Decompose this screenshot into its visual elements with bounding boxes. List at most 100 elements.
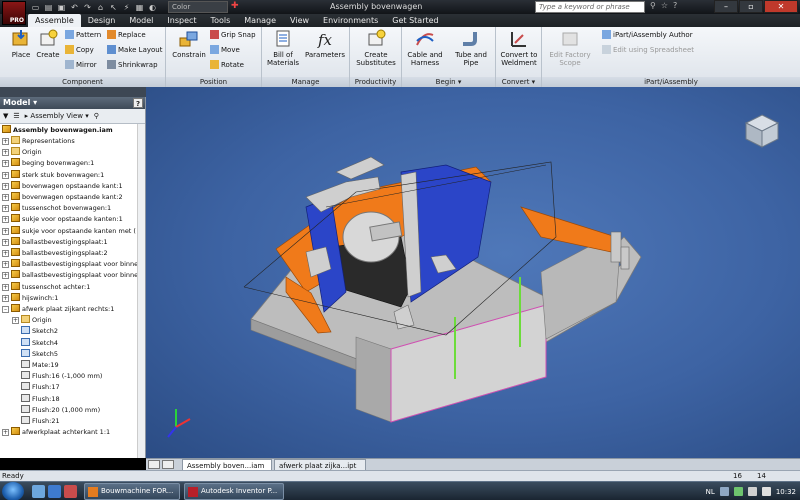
expand-toggle-icon[interactable]: + xyxy=(2,171,9,179)
save-icon[interactable]: ▣ xyxy=(56,2,67,13)
tree-item-part[interactable]: + sterk stuk bovenwagen:1 xyxy=(2,169,104,181)
tree-item-part[interactable]: + beging bovenwagen:1 xyxy=(2,158,94,169)
shrinkwrap-button[interactable]: Shrinkwrap xyxy=(107,60,158,71)
replace-button[interactable]: Replace xyxy=(107,30,146,41)
parameters-button[interactable]: fx Parameters xyxy=(304,29,346,59)
assembly-view-dropdown[interactable]: ▸ Assembly View ▾ xyxy=(25,112,89,120)
tab-manage[interactable]: Manage xyxy=(237,14,283,27)
media-icon[interactable] xyxy=(64,485,77,498)
expand-toggle-icon[interactable]: – xyxy=(2,306,9,313)
mirror-button[interactable]: Mirror xyxy=(65,60,97,71)
tree-item-part[interactable]: – afwerk plaat zijkant rechts:1 xyxy=(2,304,114,315)
pattern-button[interactable]: Pattern xyxy=(65,30,101,41)
explorer-icon[interactable] xyxy=(32,485,45,498)
tree-item-folder[interactable]: + Origin xyxy=(12,315,52,326)
tree-item-part[interactable]: + ballastbevestigingsplaat:1 xyxy=(2,236,108,248)
expand-toggle-icon[interactable]: + xyxy=(2,272,9,280)
convert-to-weldment-button[interactable]: Convert to Weldment xyxy=(498,29,540,67)
minimize-button[interactable]: – xyxy=(714,0,738,13)
expand-toggle-icon[interactable]: + xyxy=(12,317,19,325)
bill-of-materials-button[interactable]: Bill of Materials xyxy=(262,29,304,67)
tree-item-constraint[interactable]: Mate:19 xyxy=(12,360,59,371)
expand-toggle-icon[interactable]: + xyxy=(2,182,9,190)
tree-item-constraint[interactable]: Flush:18 xyxy=(12,393,60,405)
volume-icon[interactable] xyxy=(761,487,771,496)
redo-icon[interactable]: ↷ xyxy=(82,2,93,13)
expand-toggle-icon[interactable]: + xyxy=(2,160,9,168)
new-icon[interactable]: ▭ xyxy=(30,2,41,13)
expand-toggle-icon[interactable]: + xyxy=(2,261,9,269)
tree-item-sketch[interactable]: Sketch4 xyxy=(12,337,58,349)
taskbar-item-bouwmachine[interactable]: Bouwmachine FOR... xyxy=(84,483,180,500)
tree-root[interactable]: Assembly bovenwagen.iam xyxy=(2,125,113,136)
star-icon[interactable]: ☆ xyxy=(661,1,668,10)
language-indicator[interactable]: NL xyxy=(706,488,715,496)
edit-spreadsheet-button[interactable]: Edit using Spreadsheet xyxy=(602,45,694,56)
assembly-model-view[interactable] xyxy=(146,87,800,458)
tree-item-part[interactable]: + sukje voor opstaande kanten met ( xyxy=(2,225,136,237)
start-button[interactable] xyxy=(2,482,24,500)
make-layout-button[interactable]: Make Layout xyxy=(107,45,162,56)
browser-title[interactable]: Model ▾ xyxy=(3,98,37,107)
undo-icon[interactable]: ↶ xyxy=(69,2,80,13)
select-icon[interactable]: ↖ xyxy=(108,2,119,13)
tree-item-sketch[interactable]: Sketch5 xyxy=(12,348,58,360)
tab-assemble[interactable]: Assemble xyxy=(28,14,81,27)
expand-toggle-icon[interactable]: + xyxy=(2,194,9,201)
search-icon[interactable]: ⚲ xyxy=(94,112,99,120)
cable-and-harness-button[interactable]: Cable and Harness xyxy=(404,29,446,67)
grip-snap-button[interactable]: Grip Snap xyxy=(210,30,256,41)
tree-item-folder[interactable]: + Representations xyxy=(2,136,75,147)
orange-right-wall[interactable] xyxy=(520,206,617,253)
tray-icon-1[interactable] xyxy=(719,487,729,496)
tab-get-started[interactable]: Get Started xyxy=(385,14,445,27)
browser-scrollbar[interactable] xyxy=(137,124,145,458)
expand-toggle-icon[interactable]: + xyxy=(2,283,9,291)
maximize-button[interactable]: ▫ xyxy=(739,0,763,13)
tab-tools[interactable]: Tools xyxy=(204,14,238,27)
expand-toggle-icon[interactable]: + xyxy=(2,227,9,235)
project-icon[interactable]: ▦ xyxy=(134,2,145,13)
taskbar-item-inventor[interactable]: Autodesk Inventor P... xyxy=(184,483,284,500)
viewcube[interactable] xyxy=(742,111,782,153)
tree-item-part[interactable]: + bovenwagen opstaande kant:1 xyxy=(2,180,123,192)
move-button[interactable]: Move xyxy=(210,45,240,56)
expand-toggle-icon[interactable]: + xyxy=(2,205,9,213)
update-icon[interactable]: ⚡ xyxy=(121,2,132,13)
expand-toggle-icon[interactable]: + xyxy=(2,429,9,437)
home-icon[interactable]: ⌂ xyxy=(95,2,106,13)
expand-toggle-icon[interactable]: + xyxy=(2,149,9,157)
tab-environments[interactable]: Environments xyxy=(316,14,385,27)
expand-toggle-icon[interactable]: + xyxy=(2,294,9,302)
network-icon[interactable] xyxy=(747,487,757,496)
tab-design[interactable]: Design xyxy=(81,14,123,27)
tree-item-part[interactable]: + afwerkplaat achterkant 1:1 xyxy=(2,427,110,438)
tab-inspect[interactable]: Inspect xyxy=(160,14,203,27)
color-dropdown[interactable]: Color xyxy=(168,1,228,13)
rotate-button[interactable]: Rotate xyxy=(210,60,244,71)
clock[interactable]: 10:32 xyxy=(776,488,796,496)
tree-item-part[interactable]: + ballastbevestigingsplaat voor binne xyxy=(2,270,138,281)
tree-item-part[interactable]: + tussenschot achter:1 xyxy=(2,281,90,293)
browser-help-button[interactable]: ? xyxy=(133,98,143,108)
tree-item-sketch[interactable]: Sketch2 xyxy=(12,326,58,337)
tree-item-constraint[interactable]: Flush:16 (-1,000 mm) xyxy=(12,371,102,382)
appearance-icon[interactable]: ✚ xyxy=(231,1,239,11)
tree-item-part[interactable]: + ballastbevestigingsplaat voor binne xyxy=(2,259,138,270)
app-logo[interactable]: PRO xyxy=(2,1,26,25)
constrain-button[interactable]: Constrain xyxy=(168,29,210,59)
hierarchy-icon[interactable]: ☰ xyxy=(13,112,19,120)
create-component-button[interactable]: Create xyxy=(27,29,69,59)
ie-icon[interactable] xyxy=(48,485,61,498)
expand-toggle-icon[interactable]: + xyxy=(2,250,9,257)
create-substitutes-button[interactable]: Create Substitutes xyxy=(354,29,398,67)
tube-and-pipe-button[interactable]: Tube and Pipe xyxy=(450,29,492,67)
cascade-icon[interactable] xyxy=(162,460,174,469)
tree-item-constraint[interactable]: Flush:17 xyxy=(12,382,60,393)
filter-icon[interactable]: ▼ xyxy=(3,112,8,120)
tree-item-constraint[interactable]: Flush:20 (1,000 mm) xyxy=(12,404,100,416)
expand-toggle-icon[interactable]: + xyxy=(2,138,9,145)
open-icon[interactable]: ▤ xyxy=(43,2,54,13)
ipart-author-button[interactable]: iPart/iAssembly Author xyxy=(602,30,693,41)
graphics-viewport[interactable] xyxy=(146,87,800,458)
